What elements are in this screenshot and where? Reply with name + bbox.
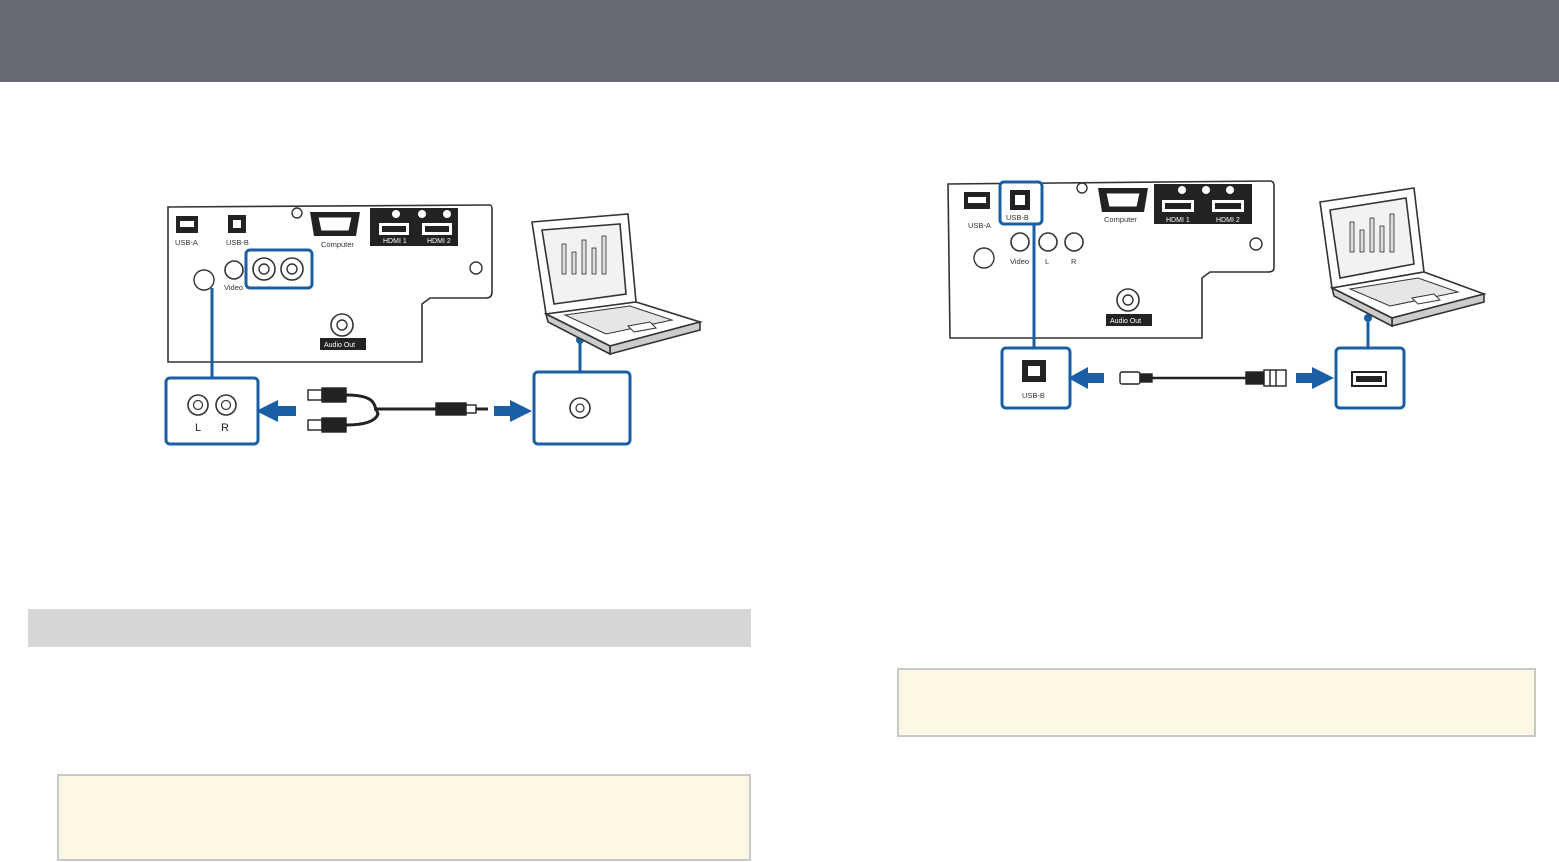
audio-connection-diagram: USB-A USB-B Computer HDMI 1 HDMI 2 Video… bbox=[164, 204, 703, 446]
right-audio-label: R bbox=[1071, 257, 1077, 266]
usb-a-label: USB-A bbox=[968, 221, 991, 230]
video-label: Video bbox=[1010, 257, 1029, 266]
section-heading-bar bbox=[28, 609, 751, 647]
left-audio-label: L bbox=[1045, 257, 1049, 266]
hdmi-2-label: HDMI 2 bbox=[427, 238, 451, 245]
hdmi-2-label: HDMI 2 bbox=[1216, 217, 1240, 224]
video-label: Video bbox=[224, 283, 243, 292]
page-header-bar bbox=[0, 0, 1559, 82]
arrow-left-icon bbox=[1068, 367, 1104, 389]
note-box-right bbox=[897, 668, 1536, 737]
lr-callout-box bbox=[164, 376, 260, 446]
hdmi-1-label: HDMI 1 bbox=[1166, 217, 1190, 224]
laptop-icon bbox=[531, 213, 703, 356]
arrow-right-icon bbox=[1296, 367, 1334, 389]
audio-out-label: Audio Out bbox=[1110, 318, 1141, 325]
laptop-icon bbox=[1319, 187, 1487, 328]
arrow-right-icon bbox=[494, 400, 532, 422]
hdmi-1-label: HDMI 1 bbox=[383, 238, 407, 245]
computer-port-label: Computer bbox=[1104, 215, 1137, 224]
rca-cable-icon bbox=[307, 387, 488, 433]
usb-a-label: USB-A bbox=[175, 238, 198, 247]
usb-b-label: USB-B bbox=[1006, 213, 1029, 222]
note-box-left bbox=[57, 774, 751, 861]
usb-connection-diagram: USB-A USB-B Computer HDMI 1 HDMI 2 Video… bbox=[947, 180, 1487, 410]
right-channel-label: R bbox=[221, 422, 229, 434]
usb-b-label: USB-B bbox=[226, 238, 249, 247]
laptop-audio-callout-box bbox=[532, 370, 632, 446]
usb-b-callout-label: USB-B bbox=[1022, 391, 1045, 400]
audio-in-highlight bbox=[244, 248, 314, 290]
left-channel-label: L bbox=[195, 422, 201, 434]
arrow-left-icon bbox=[256, 400, 296, 422]
computer-port-label: Computer bbox=[321, 240, 354, 249]
audio-out-label: Audio Out bbox=[324, 342, 355, 349]
usb-cable-icon bbox=[1119, 369, 1287, 387]
